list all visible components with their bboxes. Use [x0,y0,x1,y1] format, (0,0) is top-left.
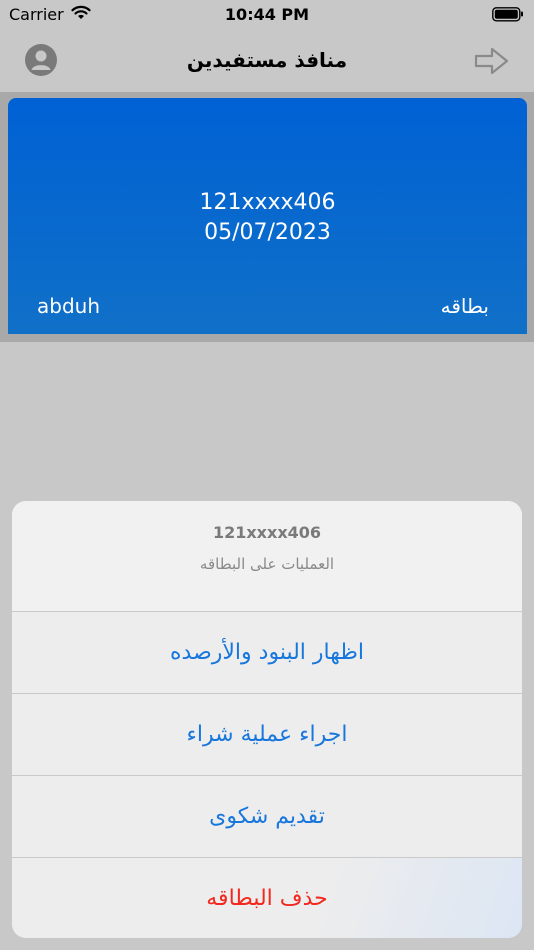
card-holder-name: abduh [37,294,100,318]
show-items-balances-button[interactable]: اظهار البنود والأرصده [12,611,522,693]
action-sheet-title: 121xxxx406 [212,523,322,542]
delete-card-button[interactable]: حذف البطاقه [12,857,522,938]
battery-icon [492,7,523,22]
exit-arrow-icon[interactable] [474,46,510,76]
action-sheet-header: 121xxxx406 العمليات على البطاقه [12,501,522,611]
page-title: منافذ مستفيدين [186,48,348,72]
status-bar: Carrier 10:44 PM [0,0,534,30]
nav-bar: منافذ مستفيدين [0,30,534,92]
action-sheet: 121xxxx406 العمليات على البطاقه اظهار ال… [12,501,522,938]
beneficiary-card[interactable]: 121xxxx406 05/07/2023 abduh بطاقه [8,98,527,334]
card-date: 05/07/2023 [204,220,331,245]
card-list: 121xxxx406 05/07/2023 abduh بطاقه [0,92,534,342]
action-sheet-message: العمليات على البطاقه [199,555,335,573]
make-purchase-button[interactable]: اجراء عملية شراء [12,693,522,775]
status-time: 10:44 PM [224,5,310,24]
submit-complaint-button[interactable]: تقديم شكوى [12,775,522,857]
card-type-label: بطاقه [440,294,489,318]
card-number: 121xxxx406 [199,190,336,215]
